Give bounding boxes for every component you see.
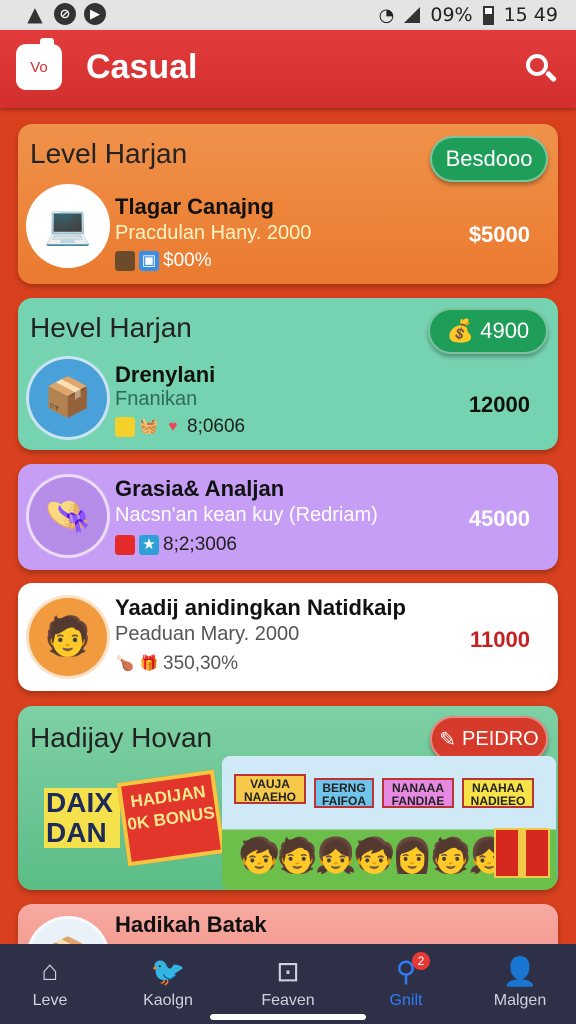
- coin-bag-icon: 💰: [446, 318, 475, 343]
- person-icon: 👤: [502, 955, 538, 987]
- signal-icon: [404, 7, 421, 23]
- bird-icon: 🐦: [150, 955, 186, 987]
- nav-label: Gnilt: [389, 992, 423, 1009]
- people-illustration-icon: 🧒🧑👧🧒👩🧑👧: [238, 837, 510, 875]
- item-title: Drenylani: [115, 362, 216, 387]
- card-action-button[interactable]: 💰 4900: [428, 308, 548, 354]
- promo-banner: VAUJA NAAEHO: [234, 774, 306, 804]
- boxes-icon: 📦: [26, 356, 110, 440]
- nav-label: Kaolgn: [143, 992, 193, 1009]
- warning-icon: ▲: [27, 2, 43, 26]
- card-action-label: Besdooo: [445, 146, 533, 171]
- search-button[interactable]: [524, 52, 558, 86]
- square-icon: ⊡: [276, 955, 300, 987]
- card-heading: Hevel Harjan: [30, 312, 192, 343]
- promo-banner: NAAHAA NADIEEO: [462, 778, 534, 808]
- item-price: 12000: [468, 392, 530, 417]
- item-stats: ★ 8;2;3006: [115, 534, 237, 556]
- status-notifications: ▲ ⊘ ▶: [24, 2, 106, 26]
- item-title: Tlagar Canajng: [115, 194, 274, 219]
- stat-value: 8;0606: [187, 416, 246, 437]
- card-action-label: 4900: [480, 318, 530, 343]
- list-card[interactable]: Level Harjan Besdooo 💻 Tlagar Canajng Pr…: [18, 124, 558, 284]
- ticket-icon: [115, 417, 135, 437]
- card-heading: Level Harjan: [30, 138, 188, 169]
- promo-banner: NANAAA FANDIAE: [382, 778, 454, 808]
- battery-icon: [482, 5, 494, 25]
- promo-banner: BERNG FAIFOA: [314, 778, 374, 808]
- stat-value: $00%: [163, 250, 212, 271]
- item-title: Grasia& Analjan: [115, 476, 285, 501]
- laptop-icon: 💻: [26, 184, 110, 268]
- gift-box-icon: [494, 828, 550, 878]
- wifi-icon: ◔: [378, 4, 395, 26]
- promo-card[interactable]: Hadijay Hovan ✎ PEIDRO DAIX DAN HADIJAN …: [18, 706, 558, 890]
- compass-icon: ⊘: [54, 3, 76, 25]
- item-subtitle: Fnanikan: [115, 388, 198, 410]
- item-price: 11000: [470, 627, 530, 652]
- clock: 15 49: [503, 4, 558, 26]
- home-icon: ⌂: [41, 955, 59, 986]
- notification-badge: 2: [412, 952, 430, 970]
- card-action-button[interactable]: Besdooo: [430, 136, 548, 182]
- card-action-label: PEIDRO: [462, 727, 539, 750]
- list-card[interactable]: 👒 Grasia& Analjan Nacsn'an kean kuy (Red…: [18, 464, 558, 570]
- gift-icon: ▣: [139, 251, 159, 271]
- nav-item-kaolgn[interactable]: 🐦 Kaolgn: [118, 954, 218, 1010]
- box-icon: [115, 251, 135, 271]
- item-subtitle: Peaduan Mary. 2000: [115, 623, 300, 645]
- search-icon: ⚲: [395, 955, 417, 987]
- status-bar: ▲ ⊘ ▶ ◔ 09% 15 49: [0, 0, 576, 30]
- item-title: Yaadij anidingkan Natidkaip: [115, 595, 406, 620]
- item-title: Hadikah Batak: [115, 912, 267, 937]
- app-logo-text: Vo: [30, 58, 48, 76]
- nav-item-gnilt[interactable]: ⚲ 2 Gnilt: [356, 952, 456, 1010]
- nav-item-leve[interactable]: ⌂ Leve: [0, 954, 100, 1010]
- gift-icon: 🎁: [139, 655, 159, 672]
- app-bar: Vo Casual: [0, 30, 576, 108]
- heart-icon: ♥: [168, 418, 178, 435]
- nav-label: Malgen: [493, 992, 547, 1009]
- item-subtitle: Pracdulan Hany. 2000: [115, 222, 312, 244]
- star-icon: ★: [139, 535, 159, 555]
- nav-item-feaven[interactable]: ⊡ Feaven: [238, 954, 338, 1010]
- pencil-icon: ✎: [439, 728, 457, 751]
- item-stats: 🧺 ♥ 8;0606: [115, 416, 245, 438]
- battery-percent: 09%: [430, 4, 473, 26]
- basket-icon: 🧺: [139, 418, 159, 435]
- item-price: $5000: [468, 222, 530, 247]
- media-icon: ▶: [84, 3, 106, 25]
- app-logo[interactable]: Vo: [16, 38, 62, 90]
- item-stats: ▣ $00%: [115, 250, 212, 272]
- promo-illustration: VAUJA NAAEHO BERNG FAIFOA NANAAA FANDIAE…: [222, 756, 556, 890]
- promo-text: DAIX DAN: [44, 788, 120, 848]
- list-card[interactable]: Hevel Harjan 💰 4900 📦 Drenylani Fnanikan…: [18, 298, 558, 450]
- chef-avatar-icon: 🧑: [26, 595, 110, 679]
- page-title: Casual: [86, 48, 198, 86]
- bottom-nav: ⌂ Leve 🐦 Kaolgn ⊡ Feaven ⚲ 2 Gnilt 👤 Mal…: [0, 944, 576, 1024]
- item-price: 45000: [468, 506, 530, 531]
- nav-label: Feaven: [261, 992, 315, 1009]
- card-heading: Hadijay Hovan: [30, 722, 213, 753]
- home-indicator[interactable]: [210, 1014, 366, 1020]
- food-icon: 🍗: [115, 655, 135, 672]
- red-tag-icon: [115, 535, 135, 555]
- status-indicators: ◔ 09% 15 49: [379, 4, 558, 26]
- stat-value: 8;2;3006: [163, 534, 237, 555]
- item-stats: 🍗 🎁 350,30%: [115, 653, 238, 675]
- stat-value: 350,30%: [163, 653, 239, 674]
- farmer-avatar-icon: 👒: [26, 474, 110, 558]
- bonus-sign: HADIJAN 0K BONUS: [116, 769, 226, 867]
- nav-item-malgen[interactable]: 👤 Malgen: [470, 954, 570, 1010]
- nav-label: Leve: [32, 992, 68, 1009]
- list-card[interactable]: 🧑 Yaadij anidingkan Natidkaip Peaduan Ma…: [18, 583, 558, 691]
- item-subtitle: Nacsn'an kean kuy (Redriam): [115, 504, 378, 526]
